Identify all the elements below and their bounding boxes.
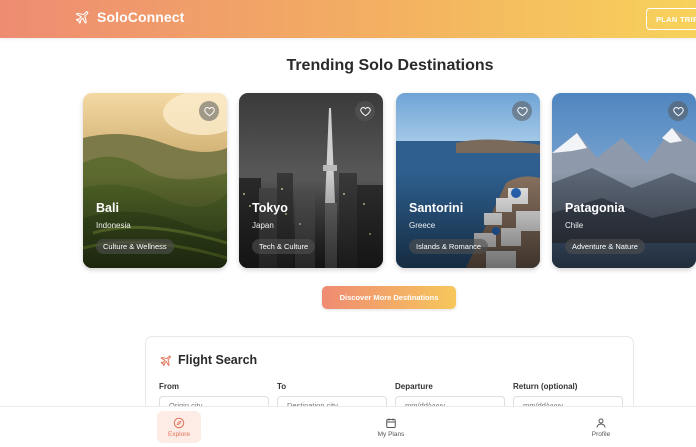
user-icon [596,418,606,428]
flight-search-heading: Flight Search [160,353,257,367]
brand[interactable]: SoloConnect [75,9,184,25]
heart-icon [672,106,684,116]
favorite-button[interactable] [668,101,688,121]
destination-name: Tokyo [252,201,288,215]
destination-card-tokyo[interactable]: Tokyo Japan Tech & Culture [239,93,383,268]
nav-profile[interactable]: Profile [579,411,623,443]
favorite-button[interactable] [199,101,219,121]
destination-name: Bali [96,201,119,215]
nav-label: Profile [591,430,611,438]
to-label: To [277,382,287,391]
destination-tag: Islands & Romance [409,239,489,254]
favorite-button[interactable] [512,101,532,121]
destination-card-santorini[interactable]: Santorini Greece Islands & Romance [396,93,540,268]
nav-label: My Plans [377,430,405,438]
calendar-icon [386,418,396,428]
destination-country: Greece [409,221,436,230]
destination-country: Indonesia [96,221,131,230]
destination-tag: Tech & Culture [252,239,316,254]
airplane-icon [75,11,89,24]
airplane-icon [160,355,171,366]
destination-name: Santorini [409,201,464,215]
destination-tag: Adventure & Nature [565,239,645,254]
destination-tag: Culture & Wellness [96,239,174,254]
nav-explore[interactable]: Explore [157,411,201,443]
return-label: Return (optional) [513,382,578,391]
favorite-button[interactable] [355,101,375,121]
heart-icon [203,106,215,116]
discover-more-button[interactable]: Discover More Destinations [322,286,456,309]
bottom-navigation: Explore My Plans Profile [0,406,696,447]
destination-country: Japan [252,221,274,230]
nav-label: Explore [167,430,191,438]
departure-label: Departure [395,382,433,391]
nav-my-plans[interactable]: My Plans [369,411,413,443]
destination-country: Chile [565,221,584,230]
flight-search-title: Flight Search [178,353,258,367]
section-title: Trending Solo Destinations [286,57,494,74]
destination-card-bali[interactable]: Bali Indonesia Culture & Wellness [83,93,227,268]
destination-card-patagonia[interactable]: Patagonia Chile Adventure & Nature [552,93,696,268]
plan-trip-button[interactable]: PLAN TRIP [646,8,696,30]
top-header: SoloConnect PLAN TRIP [0,0,696,38]
destination-name: Patagonia [565,201,625,215]
heart-icon [359,106,371,116]
compass-icon [173,417,185,428]
brand-name: SoloConnect [97,9,185,25]
from-label: From [159,382,179,391]
heart-icon [516,106,528,116]
app-page: SoloConnect PLAN TRIP Trending Solo Dest… [0,0,696,447]
